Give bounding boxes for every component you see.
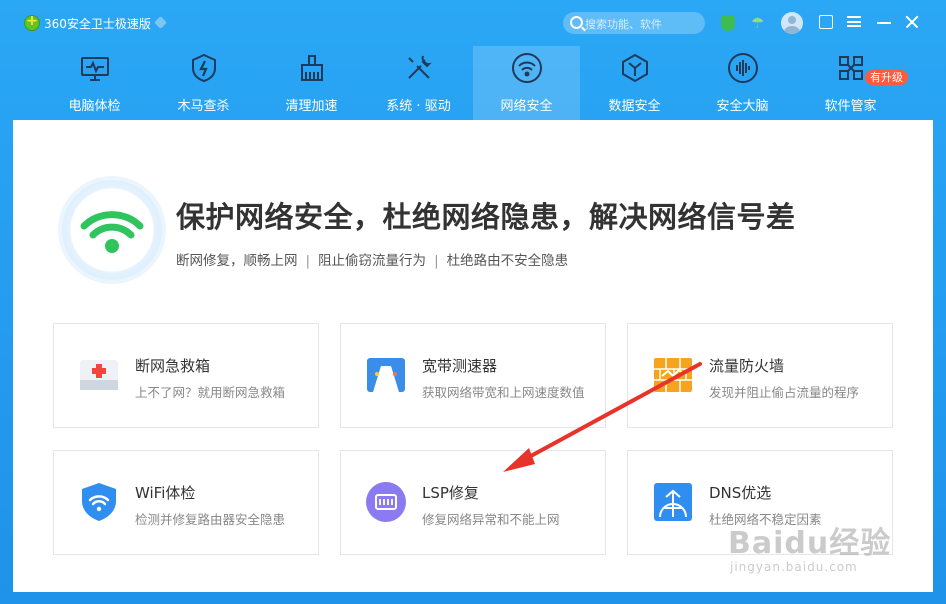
umbrella-icon[interactable]: ☂	[751, 14, 769, 32]
page-title: 保护网络安全，杜绝网络隐患，解决网络信号差	[176, 200, 796, 234]
page-subtitle: 断网修复，顺畅上网 | 阻止偷窃流量行为 | 杜绝路由不安全隐患	[176, 249, 568, 269]
menu-icon	[847, 16, 861, 27]
minimize-button[interactable]	[873, 11, 895, 33]
nav-item-label: 清理加速	[285, 99, 338, 114]
lsp-repair-icon	[366, 482, 406, 522]
watermark-url: jingyan.baidu.com	[730, 560, 858, 574]
nav-item-label: 网络安全	[500, 99, 553, 114]
first-aid-kit-icon	[80, 360, 118, 390]
green-shield-icon[interactable]	[719, 14, 737, 32]
nav-item-network-security[interactable]: 网络安全	[473, 46, 580, 120]
card-desc: 发现并阻止偷占流量的程序	[709, 385, 860, 400]
card-traffic-firewall[interactable]: 流量防火墙 发现并阻止偷占流量的程序	[627, 323, 893, 428]
broom-icon	[301, 55, 323, 81]
watermark: Baidu经验 jingyan.baidu.com	[728, 518, 892, 574]
search-input[interactable]: 搜索功能、软件	[585, 16, 662, 32]
nav-item-label: 安全大脑	[716, 99, 769, 114]
separator: |	[434, 253, 439, 269]
close-button[interactable]	[901, 11, 923, 33]
card-title: WiFi体检	[135, 484, 196, 502]
nav-item-system-driver[interactable]: 系统 · 驱动	[365, 46, 472, 120]
brain-icon	[728, 53, 758, 83]
nav-item-label: 木马查杀	[177, 99, 230, 114]
app-window: 360安全卫士极速版 搜索功能、软件 ☂ 电脑体检 木马查杀	[0, 0, 946, 604]
wifi-icon	[512, 53, 542, 83]
card-title: 流量防火墙	[709, 357, 785, 375]
nav-item-security-brain[interactable]: 安全大脑	[689, 46, 796, 120]
pin-icon[interactable]	[154, 16, 167, 29]
card-title: DNS优选	[709, 484, 772, 502]
watermark-logo: Baidu经验	[728, 526, 892, 561]
nav-item-trojan-scan[interactable]: 木马查杀	[150, 46, 257, 120]
feedback-icon	[819, 15, 833, 29]
card-wifi-checkup[interactable]: WiFi体检 检测并修复路由器安全隐患	[53, 450, 319, 555]
card-desc: 检测并修复路由器安全隐患	[135, 512, 286, 527]
card-title: LSP修复	[422, 484, 479, 502]
app-title: 360安全卫士极速版	[44, 17, 151, 31]
card-lsp-repair[interactable]: LSP修复 修复网络异常和不能上网	[340, 450, 606, 555]
avatar[interactable]	[781, 12, 803, 34]
title-bar: 360安全卫士极速版 搜索功能、软件 ☂	[0, 0, 946, 46]
nav-item-label: 数据安全	[608, 99, 661, 114]
360-logo-icon	[24, 13, 40, 31]
firewall-icon	[654, 358, 692, 392]
speedometer-icon	[367, 358, 405, 392]
monitor-icon	[81, 57, 109, 81]
upgrade-badge: 有升级	[865, 70, 908, 85]
search-box[interactable]: 搜索功能、软件	[563, 12, 705, 34]
minimize-icon	[877, 22, 891, 24]
subtitle-part: 杜绝路由不安全隐患	[446, 253, 569, 269]
nav-item-label: 电脑体检	[68, 99, 121, 114]
separator: |	[305, 253, 311, 269]
cube-icon	[622, 53, 648, 83]
card-desc: 上不了网？就用断网急救箱	[135, 385, 286, 400]
dns-globe-icon	[654, 483, 692, 521]
card-network-first-aid[interactable]: 断网急救箱 上不了网？就用断网急救箱	[53, 323, 319, 428]
card-title: 断网急救箱	[135, 357, 211, 375]
card-desc: 获取网络带宽和上网速度数值	[422, 385, 585, 400]
card-speed-test[interactable]: 宽带测速器 获取网络带宽和上网速度数值	[340, 323, 606, 428]
search-icon	[570, 16, 583, 29]
subtitle-part: 阻止偷窃流量行为	[318, 253, 427, 269]
apps-icon	[839, 56, 863, 80]
nav-item-pc-checkup[interactable]: 电脑体检	[41, 46, 148, 120]
main-content: 保护网络安全，杜绝网络隐患，解决网络信号差 断网修复，顺畅上网 | 阻止偷窃流量行为…	[13, 120, 933, 592]
nav-item-label: 软件管家	[824, 99, 877, 114]
menu-button[interactable]	[843, 11, 865, 33]
card-title: 宽带测速器	[422, 357, 498, 375]
nav-item-label: 系统 · 驱动	[386, 99, 451, 114]
wifi-hero-icon	[62, 180, 162, 280]
wifi-shield-icon	[82, 483, 116, 521]
feedback-button[interactable]	[815, 11, 837, 33]
shield-bolt-icon	[192, 53, 216, 83]
main-nav: 电脑体检 木马查杀 清理加速 系统 · 驱动 网络安全 数据安全 安全大脑 软件…	[0, 46, 946, 120]
nav-item-data-security[interactable]: 数据安全	[581, 46, 688, 120]
card-desc: 修复网络异常和不能上网	[422, 512, 560, 527]
subtitle-part: 断网修复，顺畅上网	[176, 253, 298, 269]
nav-item-cleanup[interactable]: 清理加速	[258, 46, 365, 120]
wrench-screwdriver-icon	[408, 55, 432, 79]
